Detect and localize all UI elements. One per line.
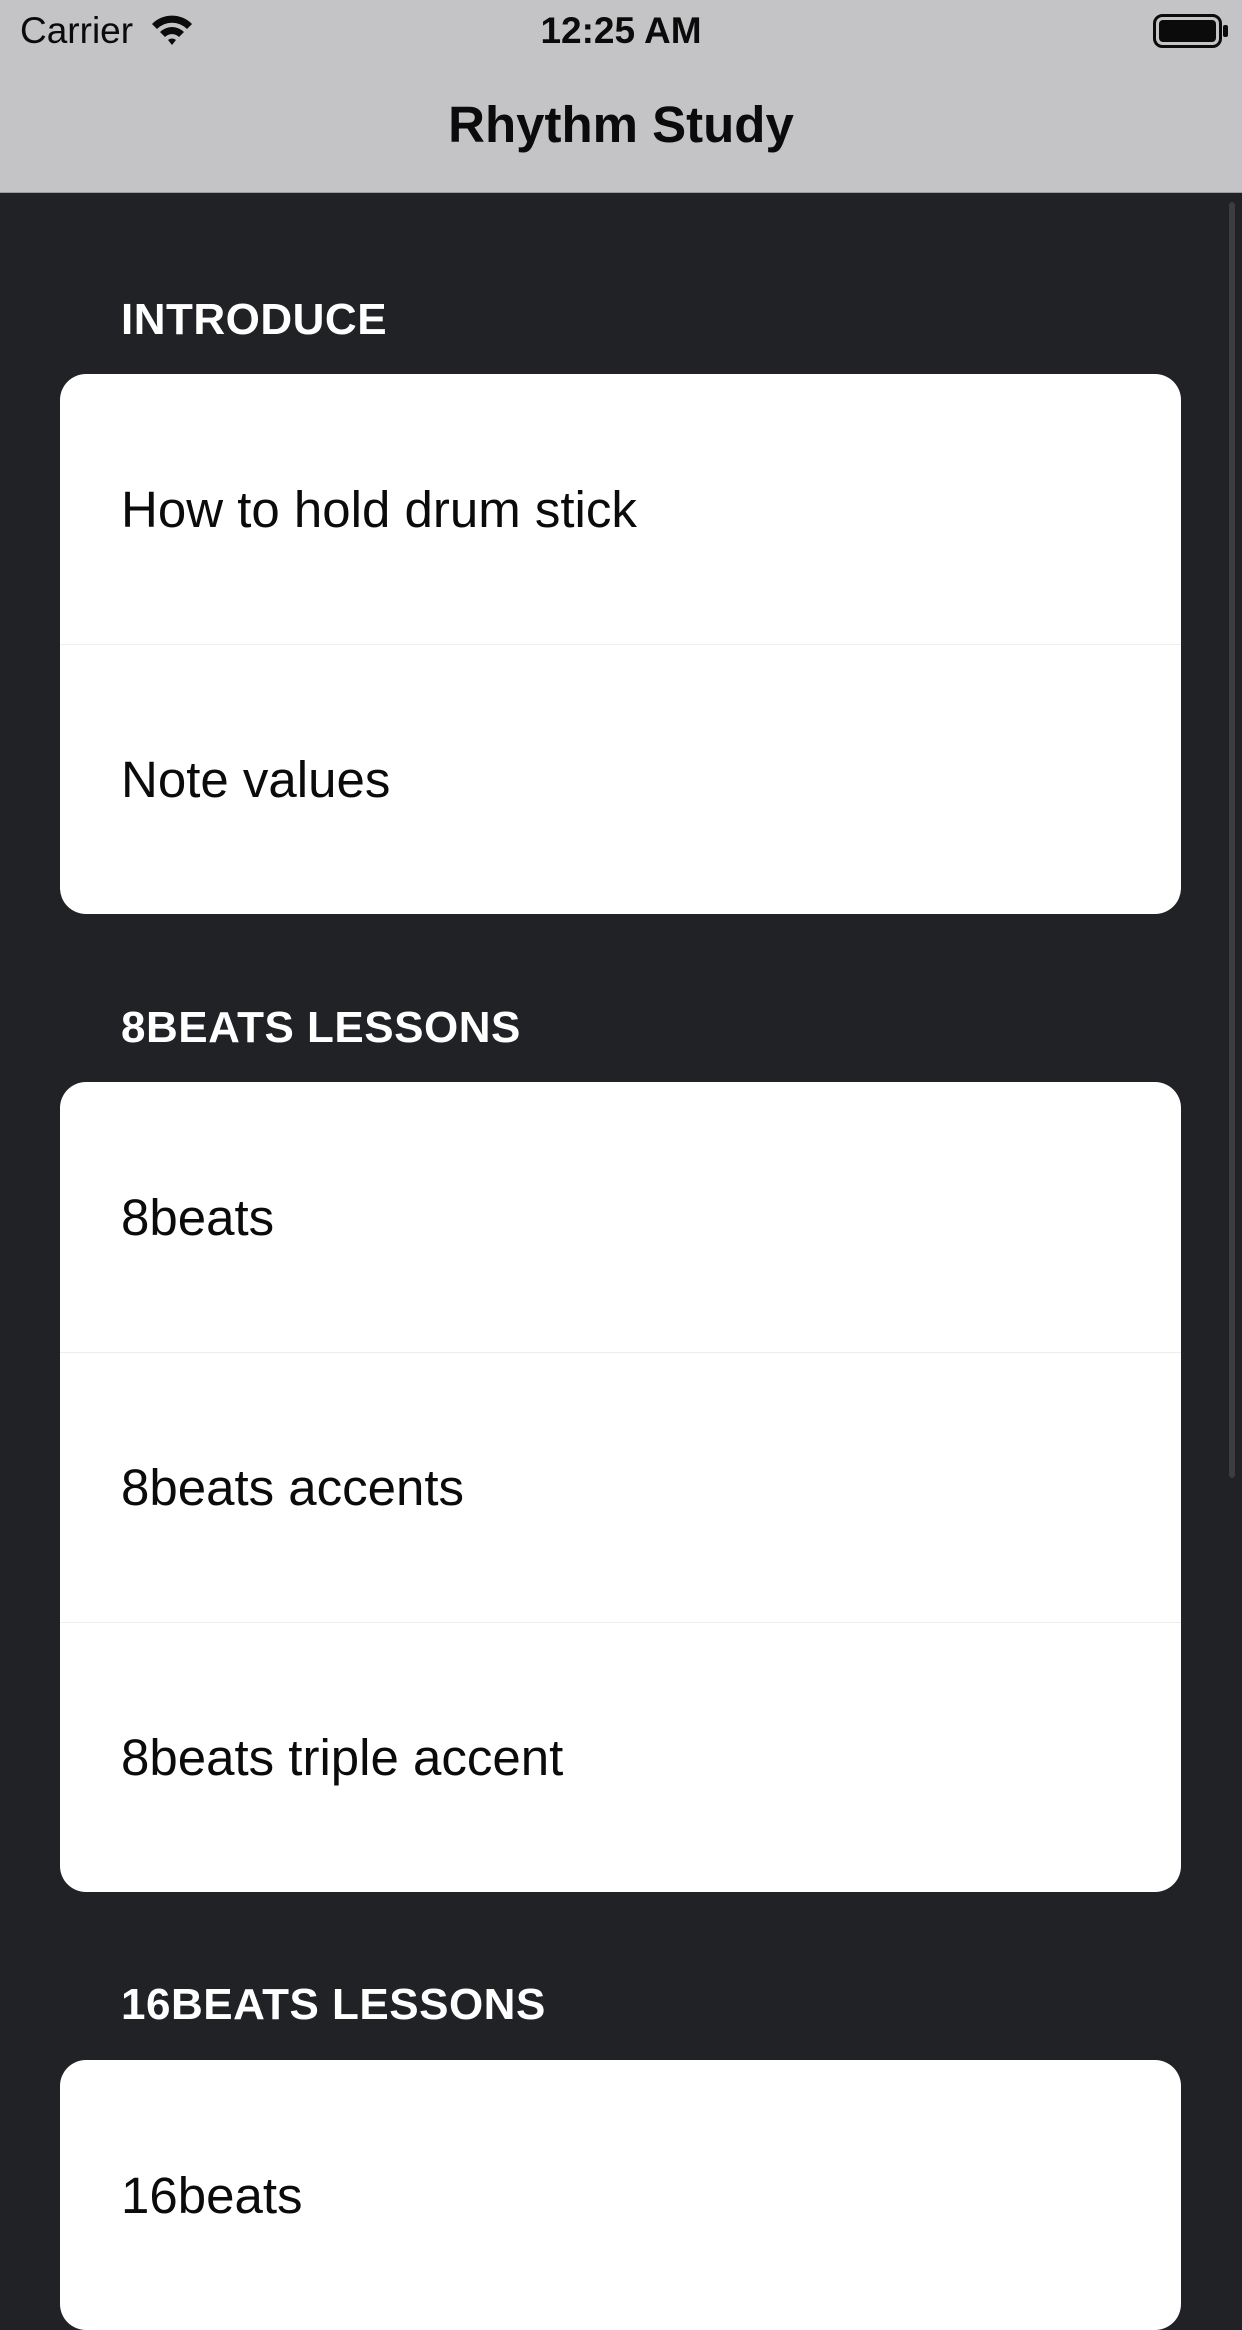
section-header-16beats-lessons: 16BEATS LESSONS xyxy=(121,1980,546,2029)
list-item-label: 8beats triple accent xyxy=(121,1728,564,1786)
list-item-label: 16beats xyxy=(121,2166,303,2224)
list-item-note-values[interactable]: Note values xyxy=(60,644,1181,914)
list-item-label: 8beats xyxy=(121,1188,275,1246)
list-item-label: Note values xyxy=(121,750,391,808)
list-item-label: 8beats accents xyxy=(121,1458,465,1516)
section-group-16beats-lessons: 16beats xyxy=(60,2060,1181,2330)
navigation-bar: Rhythm Study xyxy=(0,62,1242,193)
list-item-label: How to hold drum stick xyxy=(121,480,637,538)
section-header-introduce: INTRODUCE xyxy=(121,295,388,344)
section-group-8beats-lessons: 8beats 8beats accents 8beats triple acce… xyxy=(60,1082,1181,1892)
status-bar: Carrier 12:25 AM xyxy=(0,0,1242,62)
section-group-introduce: How to hold drum stick Note values xyxy=(60,374,1181,914)
list-item-8beats-accents[interactable]: 8beats accents xyxy=(60,1352,1181,1622)
status-time: 12:25 AM xyxy=(540,10,702,51)
list-item-how-to-hold-drum-stick[interactable]: How to hold drum stick xyxy=(60,374,1181,644)
section-header-8beats-lessons: 8BEATS LESSONS xyxy=(121,1003,521,1052)
page-title: Rhythm Study xyxy=(448,96,794,153)
list-item-16beats[interactable]: 16beats xyxy=(60,2060,1181,2330)
scroll-indicator[interactable] xyxy=(1229,202,1235,1478)
battery-full-icon xyxy=(1153,14,1228,48)
list-item-8beats-triple-accent[interactable]: 8beats triple accent xyxy=(60,1622,1181,1892)
list-item-8beats[interactable]: 8beats xyxy=(60,1082,1181,1352)
